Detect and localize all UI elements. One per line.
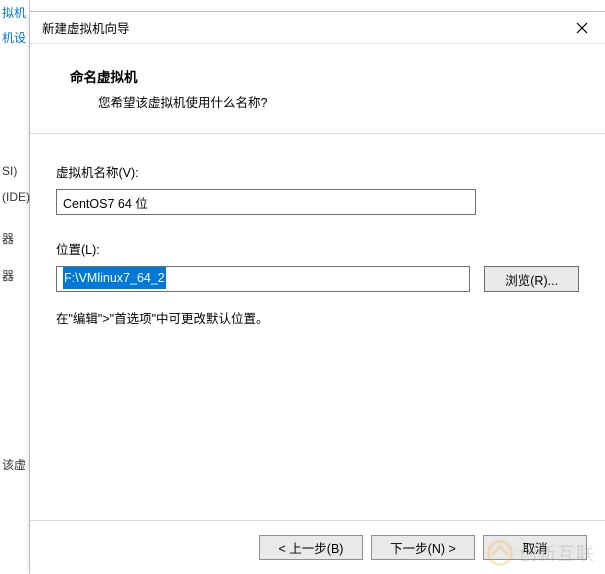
- header-subtitle: 您希望该虚拟机使用什么名称?: [70, 92, 579, 111]
- next-button[interactable]: 下一步(N) >: [371, 535, 475, 560]
- bg-item: 机设: [0, 25, 29, 50]
- new-vm-wizard-dialog: 新建虚拟机向导 命名虚拟机 您希望该虚拟机使用什么名称? 虚拟机名称(V): 位…: [30, 11, 605, 574]
- dialog-title: 新建虚拟机向导: [42, 18, 130, 37]
- dialog-footer: < 上一步(B) 下一步(N) > 取消: [30, 520, 605, 574]
- close-button[interactable]: [559, 12, 605, 44]
- background-left-strip: 拟机 机设 SI) (IDE) 器 器 该虚: [0, 0, 30, 574]
- close-icon: [576, 22, 588, 34]
- dialog-content: 虚拟机名称(V): 位置(L): F:\VMlinux7_64_2 浏览(R).…: [30, 134, 605, 520]
- header-title: 命名虚拟机: [70, 66, 579, 86]
- back-button[interactable]: < 上一步(B): [259, 535, 363, 560]
- bg-item: 器: [0, 226, 29, 251]
- vm-name-input[interactable]: [56, 189, 476, 215]
- vm-location-input[interactable]: F:\VMlinux7_64_2: [56, 266, 470, 292]
- cancel-button[interactable]: 取消: [483, 535, 587, 560]
- dialog-titlebar: 新建虚拟机向导: [30, 12, 605, 44]
- vm-location-value: F:\VMlinux7_64_2: [63, 267, 166, 289]
- bg-item: 拟机: [0, 0, 29, 25]
- vm-location-label: 位置(L):: [56, 239, 579, 258]
- bg-item: 该虚: [0, 452, 29, 477]
- browse-button[interactable]: 浏览(R)...: [484, 266, 579, 292]
- bg-item: 器: [0, 263, 29, 288]
- bg-item: SI): [0, 160, 29, 182]
- bg-item: (IDE): [0, 186, 29, 208]
- location-hint: 在"编辑">"首选项"中可更改默认位置。: [56, 308, 579, 327]
- vm-name-label: 虚拟机名称(V):: [56, 162, 579, 181]
- dialog-header: 命名虚拟机 您希望该虚拟机使用什么名称?: [30, 44, 605, 134]
